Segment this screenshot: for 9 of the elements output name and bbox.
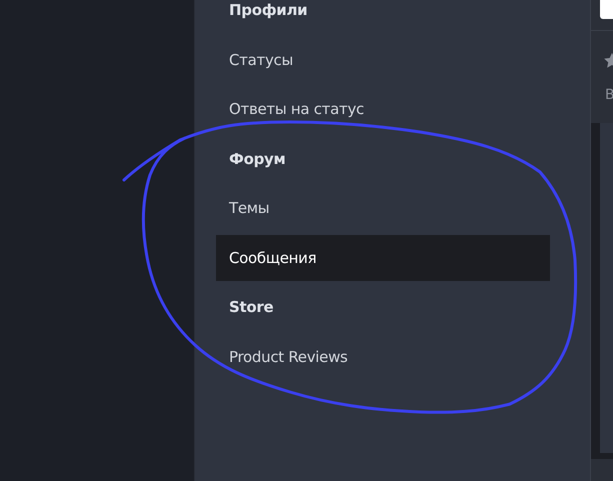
section-heading: Профили	[228, 0, 308, 21]
menu-item[interactable]: Ответы на статус	[216, 86, 550, 132]
section-heading: Store	[228, 297, 274, 318]
menu-item[interactable]: Темы	[216, 185, 550, 231]
section-heading: Форум	[228, 148, 286, 170]
menu-item[interactable]: Product Reviews	[216, 334, 550, 380]
menu-item[interactable]: Сообщения	[216, 234, 550, 280]
input-field[interactable]	[600, 0, 613, 19]
menu-item[interactable]: Статусы	[216, 36, 550, 82]
